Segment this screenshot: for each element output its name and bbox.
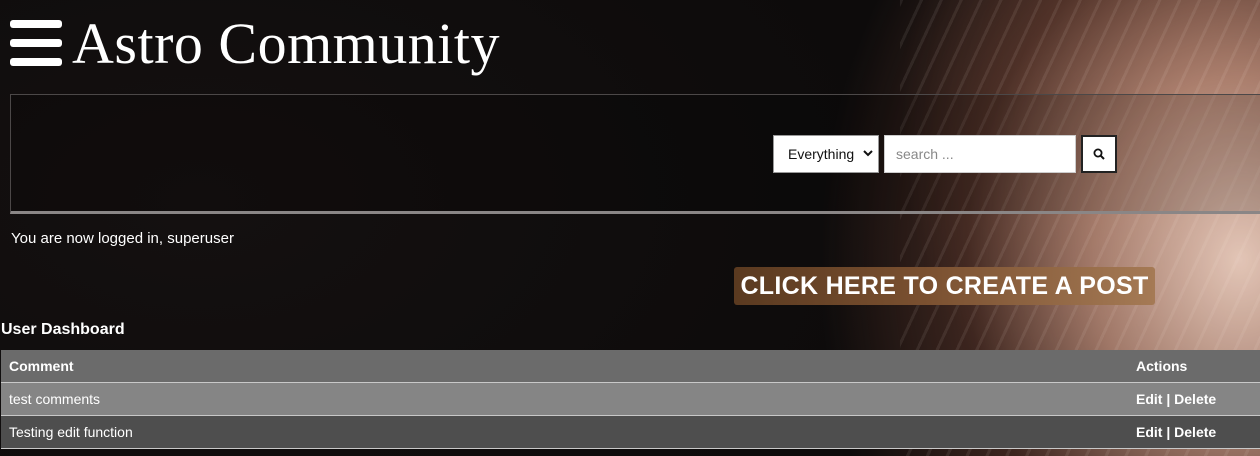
row-actions: Edit | Delete: [1128, 382, 1260, 416]
search-input[interactable]: [884, 135, 1076, 173]
action-separator: |: [1166, 424, 1171, 440]
row-actions: Edit | Delete: [1128, 415, 1260, 449]
site-title: Astro Community: [72, 10, 501, 76]
search-icon: [1093, 148, 1105, 160]
table-row: test comments Edit | Delete: [1, 382, 1260, 416]
hamburger-menu-icon[interactable]: [10, 20, 62, 66]
column-header-actions: Actions: [1128, 350, 1260, 383]
action-separator: |: [1166, 391, 1171, 407]
comment-text: test comments: [1, 382, 1128, 416]
search-scope-value: Everything: [788, 146, 855, 162]
edit-link[interactable]: Edit: [1136, 391, 1162, 407]
logged-in-message: You are now logged in, superuser: [11, 230, 234, 247]
search-scope-select[interactable]: Everything: [773, 135, 879, 173]
create-post-button[interactable]: CLICK HERE TO CREATE A POST: [734, 267, 1155, 305]
edit-link[interactable]: Edit: [1136, 424, 1162, 440]
comment-text: Testing edit function: [1, 415, 1128, 449]
delete-link[interactable]: Delete: [1174, 391, 1216, 407]
table-header-row: Comment Actions: [1, 350, 1260, 383]
search-panel: Everything: [10, 94, 1260, 214]
site-header: Astro Community: [10, 8, 500, 78]
search-button[interactable]: [1081, 135, 1117, 173]
delete-link[interactable]: Delete: [1174, 424, 1216, 440]
table-row: Testing edit function Edit | Delete: [1, 415, 1260, 449]
chevron-down-icon: [863, 146, 873, 161]
column-header-comment: Comment: [1, 350, 1128, 383]
dashboard-title: User Dashboard: [1, 321, 125, 338]
comments-table: Comment Actions test comments Edit | Del…: [1, 350, 1260, 449]
